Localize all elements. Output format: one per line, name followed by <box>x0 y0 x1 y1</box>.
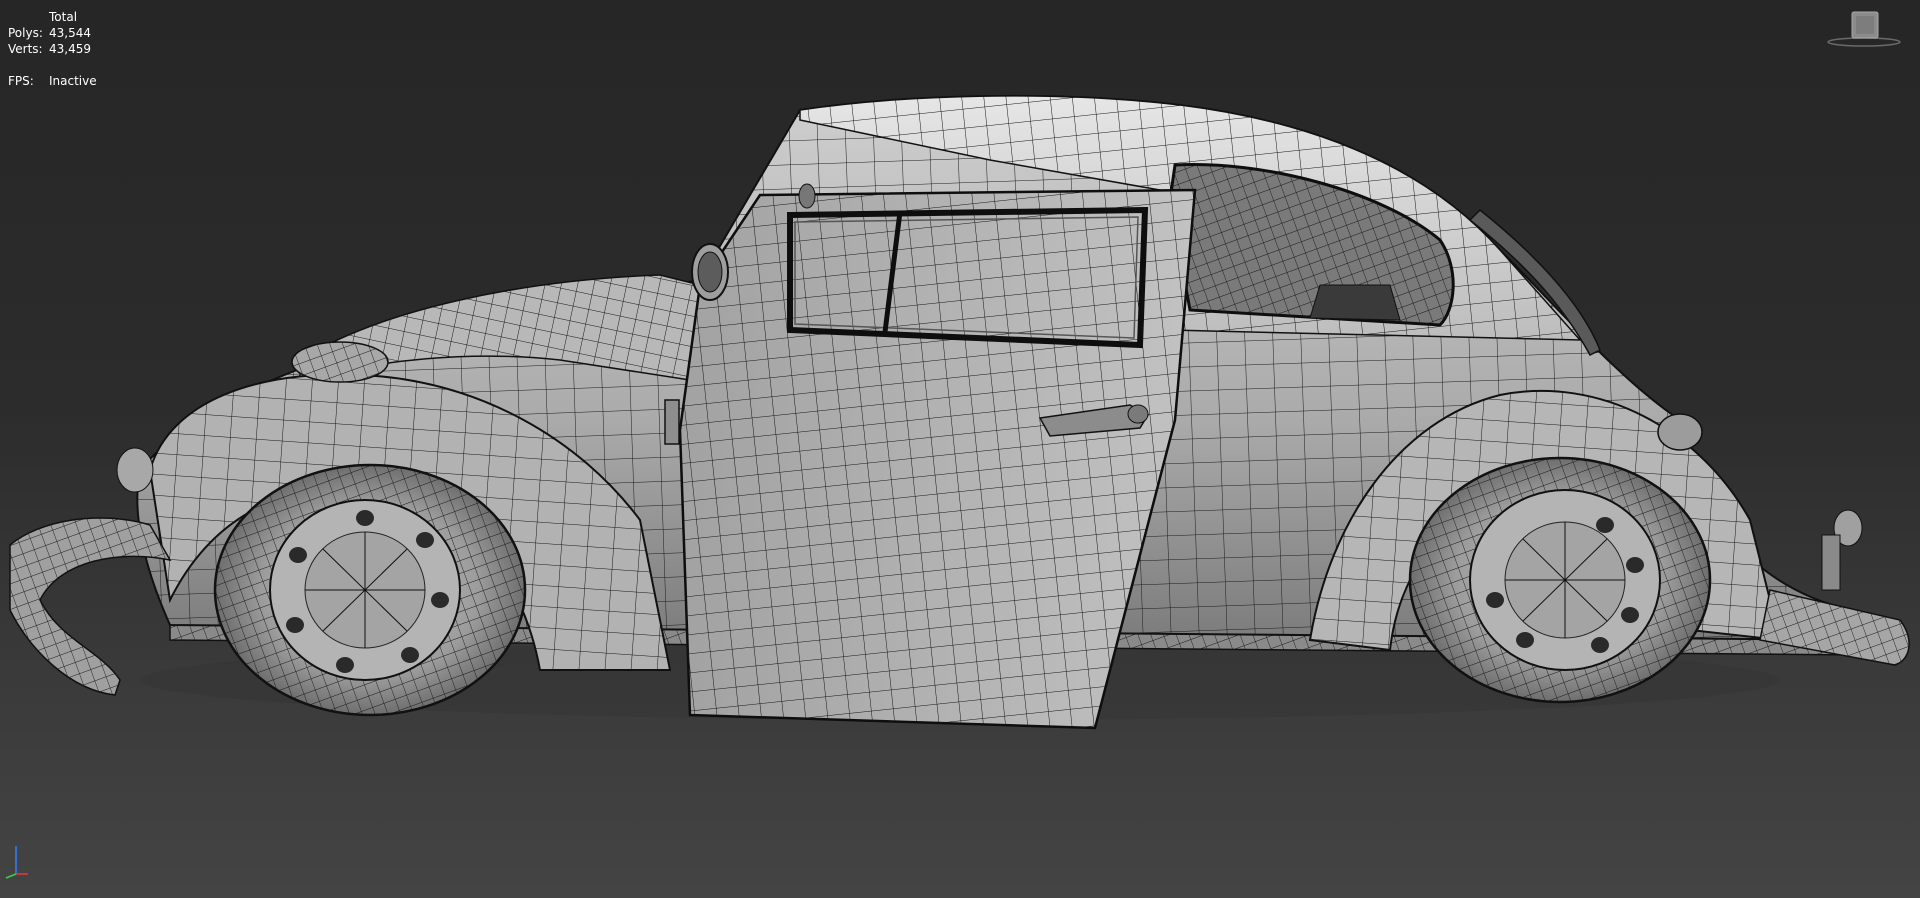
side-mirror <box>691 243 729 301</box>
fps-label: FPS: <box>8 74 34 88</box>
viewport-stats-overlay: Total Polys: 43,544 Verts: 43,459 FPS: Inac… <box>8 9 97 89</box>
fender-vent <box>664 399 680 445</box>
fps-value: Inactive <box>49 74 97 88</box>
verts-label: Verts: <box>8 42 43 56</box>
viewcube-icon[interactable] <box>1826 8 1902 50</box>
tail-light <box>1657 413 1703 451</box>
axis-tripod-icon <box>5 846 28 879</box>
car-wireframe-model[interactable] <box>0 0 1920 898</box>
headlight <box>291 341 389 383</box>
pillar-light <box>798 183 816 209</box>
polys-value: 43,544 <box>49 26 91 40</box>
polys-label: Polys: <box>8 26 43 40</box>
verts-value: 43,459 <box>49 42 91 56</box>
front-bumper <box>9 447 172 696</box>
rear-wheel <box>1408 456 1712 704</box>
front-wheel <box>213 463 527 717</box>
stats-header: Total <box>49 10 78 24</box>
3d-viewport[interactable]: Total Polys: 43,544 Verts: 43,459 FPS: Inac… <box>0 0 1920 898</box>
